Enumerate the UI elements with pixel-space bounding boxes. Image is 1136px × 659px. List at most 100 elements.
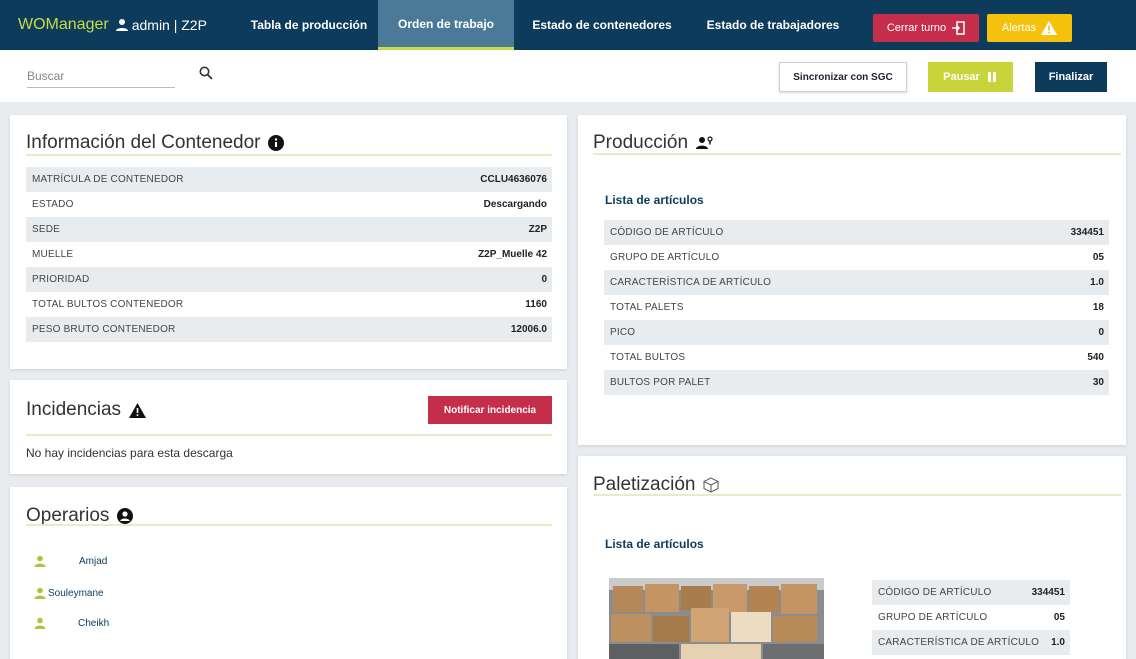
table-row: PICO 0: [604, 320, 1109, 345]
alertas-button[interactable]: Alertas: [987, 14, 1072, 42]
table-row: CARACTERÍSTICA DE ARTÍCULO 1.0: [872, 630, 1070, 655]
user-icon: [34, 587, 46, 599]
users-cog-icon: [696, 136, 713, 149]
row-key: CARACTERÍSTICA DE ARTÍCULO: [610, 277, 772, 288]
pausar-button[interactable]: Pausar: [928, 62, 1013, 92]
tab-orden-trabajo[interactable]: Orden de trabajo: [378, 0, 514, 50]
notificar-incidencia-button[interactable]: Notificar incidencia: [428, 396, 552, 424]
table-row: CÓDIGO DE ARTÍCULO 334451: [872, 580, 1070, 605]
user-icon: [34, 555, 46, 567]
tab-tabla-produccion[interactable]: Tabla de producción: [240, 0, 378, 50]
row-value: 05: [1092, 252, 1104, 263]
row-value: 12006.0: [510, 324, 547, 335]
title-divider: [593, 494, 1121, 496]
row-key: CÓDIGO DE ARTÍCULO: [610, 227, 724, 238]
row-key: CÓDIGO DE ARTÍCULO: [878, 587, 992, 598]
row-key: GRUPO DE ARTÍCULO: [878, 612, 988, 623]
produccion-table: CÓDIGO DE ARTÍCULO 334451 GRUPO DE ARTÍCU…: [604, 220, 1109, 395]
tab-estado-trabajadores[interactable]: Estado de trabajadores: [690, 0, 856, 50]
table-row: MATRÍCULA DE CONTENEDOR CCLU4636076: [26, 167, 552, 192]
table-row: CÓDIGO DE ARTÍCULO 334451: [604, 220, 1109, 245]
pause-icon: [987, 72, 996, 82]
warning-icon: [1041, 21, 1058, 35]
table-row: MUELLE Z2P_Muelle 42: [26, 242, 552, 267]
contenedor-title: Información del Contenedor: [26, 132, 285, 154]
contenedor-title-text: Información del Contenedor: [26, 132, 261, 153]
table-row: TOTAL BULTOS CONTENEDOR 1160: [26, 292, 552, 317]
table-row: CARACTERÍSTICA DE ARTÍCULO 1.0: [604, 270, 1109, 295]
current-user: admin | Z2P: [131, 17, 207, 33]
warning-icon: [129, 402, 147, 418]
table-row: PRIORIDAD 0: [26, 267, 552, 292]
sign-out-icon: [952, 21, 965, 35]
title-divider: [26, 434, 552, 436]
table-row: BULTOS POR PALET 30: [604, 370, 1109, 395]
user-circle-icon: [117, 508, 134, 524]
row-key: PRIORIDAD: [32, 274, 90, 285]
row-key: GRUPO DE ARTÍCULO: [610, 252, 720, 263]
paletizacion-title-text: Paletización: [593, 474, 696, 495]
row-value: Z2P_Muelle 42: [478, 249, 547, 260]
row-value: 0: [541, 274, 547, 285]
alertas-label: Alertas: [1001, 22, 1037, 34]
sync-sgc-button[interactable]: Sincronizar con SGC: [779, 62, 907, 92]
row-value: 334451: [1070, 227, 1104, 238]
box-icon: [703, 477, 720, 493]
table-row: SEDE Z2P: [26, 217, 552, 242]
row-key: TOTAL BULTOS: [610, 352, 686, 363]
row-key: BULTOS POR PALET: [610, 377, 711, 388]
table-row: GRUPO DE ARTÍCULO 05: [872, 605, 1070, 630]
table-row: PESO BRUTO CONTENEDOR 12006.0: [26, 317, 552, 342]
row-value: 1.0: [1051, 637, 1065, 648]
search-input[interactable]: [27, 64, 175, 88]
row-value: 30: [1092, 377, 1104, 388]
produccion-title: Producción: [593, 132, 714, 154]
info-icon: [268, 135, 285, 151]
title-divider: [26, 524, 552, 526]
list-item[interactable]: Amjad: [34, 555, 107, 567]
row-value: Descargando: [483, 199, 547, 210]
row-key: ESTADO: [32, 199, 74, 210]
paletizacion-table: CÓDIGO DE ARTÍCULO 334451 GRUPO DE ARTÍCU…: [872, 580, 1070, 655]
table-row: GRUPO DE ARTÍCULO 05: [604, 245, 1109, 270]
table-row: ESTADO Descargando: [26, 192, 552, 217]
paletizacion-list-title: Lista de artículos: [605, 537, 704, 551]
row-value: 334451: [1031, 587, 1065, 598]
contenedor-table: MATRÍCULA DE CONTENEDOR CCLU4636076 ESTAD…: [26, 167, 552, 342]
finalizar-button[interactable]: Finalizar: [1035, 62, 1107, 92]
list-item[interactable]: Souleymane: [34, 587, 104, 599]
row-key: MATRÍCULA DE CONTENEDOR: [32, 174, 184, 185]
row-value: 1160: [525, 299, 547, 310]
row-key: TOTAL PALETS: [610, 302, 684, 313]
row-key: SEDE: [32, 224, 61, 235]
produccion-title-text: Producción: [593, 132, 689, 153]
row-value: 18: [1092, 302, 1104, 313]
tab-estado-contenedores[interactable]: Estado de contenedores: [514, 0, 690, 50]
paletizacion-title: Paletización: [593, 474, 720, 496]
top-navbar: WOManager admin | Z2P Tabla de producció…: [0, 0, 1136, 50]
row-value: 0: [1098, 327, 1104, 338]
incidencias-title-text: Incidencias: [26, 399, 122, 420]
row-value: 05: [1053, 612, 1065, 623]
title-divider: [593, 153, 1121, 155]
pallet-photo: [609, 578, 824, 659]
operario-name: Amjad: [79, 555, 108, 567]
row-value: CCLU4636076: [480, 174, 547, 185]
search-icon[interactable]: [199, 66, 213, 80]
row-value: Z2P: [528, 224, 547, 235]
produccion-list-title: Lista de artículos: [605, 193, 704, 207]
cerrar-turno-button[interactable]: Cerrar turno: [873, 14, 979, 42]
row-value: 1.0: [1090, 277, 1104, 288]
row-value: 540: [1087, 352, 1104, 363]
user-icon: [34, 617, 46, 629]
list-item[interactable]: Cheikh: [34, 617, 109, 629]
row-key: PICO: [610, 327, 636, 338]
row-key: CARACTERÍSTICA DE ARTÍCULO: [878, 637, 1040, 648]
operario-name: Souleymane: [48, 587, 104, 599]
table-row: TOTAL PALETS 18: [604, 295, 1109, 320]
row-key: TOTAL BULTOS CONTENEDOR: [32, 299, 184, 310]
table-row: TOTAL BULTOS 540: [604, 345, 1109, 370]
app-logo-text: WOManager: [18, 16, 109, 33]
incidencias-title: Incidencias: [26, 399, 147, 421]
cerrar-turno-label: Cerrar turno: [886, 22, 947, 34]
